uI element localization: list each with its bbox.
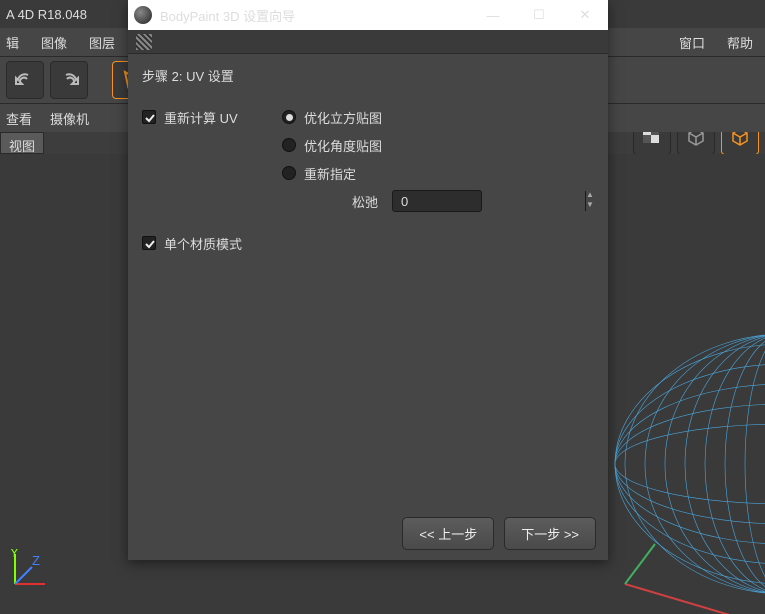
app-icon (134, 6, 152, 24)
spinner-down-icon[interactable]: ▼ (586, 201, 594, 211)
single-material-checkbox[interactable] (142, 236, 156, 250)
viewport-tab[interactable]: 视图 (0, 132, 44, 154)
redo-icon (58, 69, 80, 91)
step-title: 步骤 2: UV 设置 (142, 66, 594, 85)
menu-window[interactable]: 窗口 (679, 33, 705, 52)
viewport-tab-label: 视图 (9, 139, 35, 154)
relax-spinner[interactable]: ▲ ▼ (392, 190, 482, 212)
radio-angle[interactable] (282, 138, 296, 152)
window-maximize-button[interactable]: ☐ (516, 0, 562, 30)
radio-angle-label: 优化角度贴图 (304, 136, 382, 155)
bodypaint-wizard-dialog: BodyPaint 3D 设置向导 — ☐ ✕ 步骤 2: UV 设置 重新计算… (128, 0, 608, 560)
menu-layer[interactable]: 图层 (89, 33, 115, 52)
radio-reassign-label: 重新指定 (304, 164, 356, 183)
svg-text:Y: Y (10, 549, 19, 560)
axis-gizmo: Y Z (10, 549, 50, 589)
prev-button[interactable]: << 上一步 (402, 517, 494, 550)
next-button[interactable]: 下一步 >> (504, 517, 596, 550)
single-material-label: 单个材质模式 (164, 234, 242, 253)
recalc-uv-checkbox[interactable] (142, 110, 156, 124)
menu-help[interactable]: 帮助 (727, 33, 753, 52)
dialog-toolbar-strip (128, 30, 608, 54)
tool-undo[interactable] (6, 61, 44, 99)
recalc-uv-label: 重新计算 UV (164, 108, 238, 127)
radio-reassign[interactable] (282, 166, 296, 180)
check-icon (144, 238, 155, 249)
window-close-button[interactable]: ✕ (562, 0, 608, 30)
wireframe-mesh (605, 334, 765, 614)
relax-label: 松弛 (282, 192, 392, 211)
svg-text:Z: Z (32, 553, 40, 568)
minimize-icon: — (487, 8, 500, 23)
menu-edit[interactable]: 辑 (6, 33, 19, 52)
close-icon: ✕ (580, 7, 591, 23)
window-minimize-button[interactable]: — (470, 0, 516, 30)
menu-camera[interactable]: 摄像机 (50, 109, 89, 128)
radio-cubic[interactable] (282, 110, 296, 124)
dialog-title: BodyPaint 3D 设置向导 (160, 6, 295, 25)
maximize-icon: ☐ (533, 7, 545, 23)
menu-view[interactable]: 查看 (6, 109, 32, 128)
radio-dot-icon (286, 114, 293, 121)
dialog-titlebar[interactable]: BodyPaint 3D 设置向导 — ☐ ✕ (128, 0, 608, 30)
app-title: A 4D R18.048 (6, 7, 87, 22)
menu-image[interactable]: 图像 (41, 33, 67, 52)
undo-icon (14, 69, 36, 91)
tool-redo[interactable] (50, 61, 88, 99)
check-icon (144, 112, 155, 123)
radio-cubic-label: 优化立方贴图 (304, 108, 382, 127)
relax-input[interactable] (393, 194, 585, 209)
grip-icon[interactable] (136, 34, 152, 50)
